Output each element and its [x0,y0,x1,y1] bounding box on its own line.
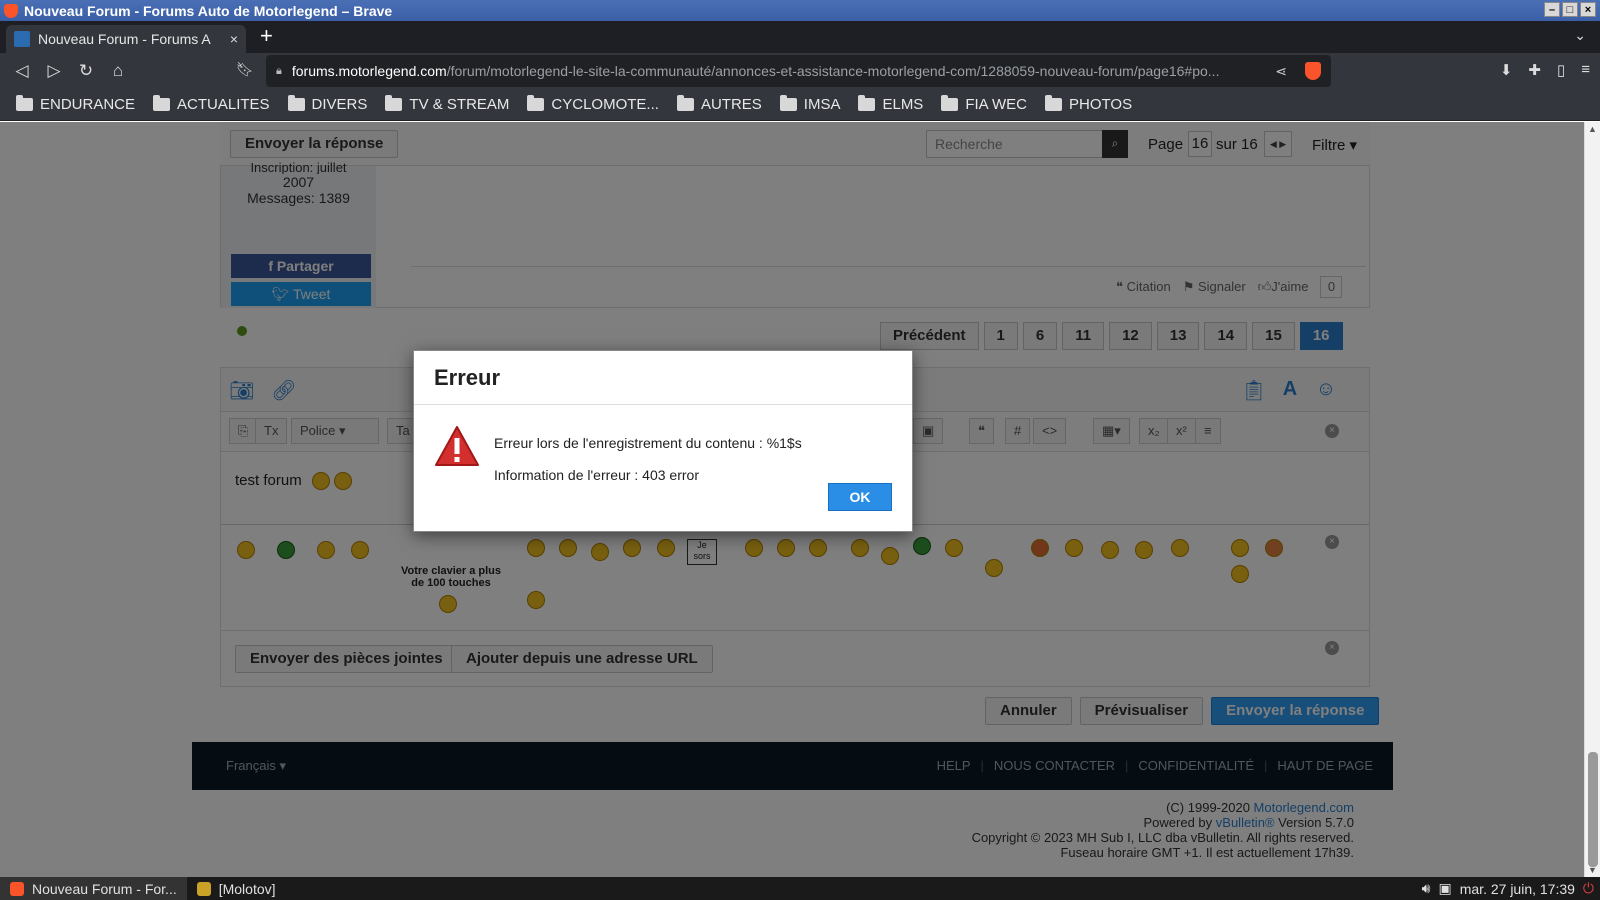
bookmark-icon[interactable]: 🔖︎ [236,61,254,78]
tab-strip: Nouveau Forum - Forums A × + ⌄ [0,21,1600,53]
dialog-title: Erreur [414,351,912,405]
window-title: Nouveau Forum - Forums Auto de Motorlege… [24,2,393,19]
page-scrollbar[interactable]: ▲ ▼ [1584,122,1600,877]
bookmark-folder[interactable]: DIVERS [287,95,367,113]
bookmark-folder[interactable]: ENDURANCE [16,95,135,113]
folder-icon [941,95,959,111]
molotov-icon [196,881,211,896]
lock-icon: 🔒︎ [276,64,282,77]
clock[interactable]: mar. 27 juin, 17:39 [1460,881,1575,897]
taskbar-item-molotov[interactable]: [Molotov] [187,877,286,900]
folder-icon [676,95,694,111]
site-favicon-icon [14,31,30,47]
toolbar-right: ⬇ ✚ ▯ ≡ [1500,61,1590,79]
bookmark-folder[interactable]: ACTUALITES [153,95,270,113]
menu-icon[interactable]: ≡ [1581,61,1590,79]
scroll-down-icon[interactable]: ▼ [1588,865,1597,875]
folder-icon [779,95,797,111]
scroll-up-icon[interactable]: ▲ [1588,124,1597,134]
share-icon[interactable]: ⋖ [1275,63,1287,80]
taskbar-item-brave[interactable]: Nouveau Forum - For... [0,877,187,900]
bookmark-folder[interactable]: PHOTOS [1045,95,1132,113]
close-window-button[interactable]: × [1580,2,1596,17]
error-line-1: Erreur lors de l'enregistrement du conte… [494,435,802,451]
os-taskbar: Nouveau Forum - For... [Molotov] 🔊︎ ▣ ma… [0,877,1600,900]
error-dialog: Erreur Erreur lors de l'enregistrement d… [413,350,913,532]
address-bar[interactable]: 🔒︎ forums.motorlegend.com/forum/motorleg… [266,55,1331,87]
browser-toolbar: ◁ ▷ ↻ ⌂ 🔖︎ 🔒︎ forums.motorlegend.com/for… [0,53,1600,89]
brave-logo-icon [4,3,18,18]
bookmark-folder[interactable]: CYCLOMOTE... [527,95,659,113]
folder-icon [16,95,33,111]
minimize-button[interactable]: – [1544,2,1560,17]
power-icon[interactable]: ⏻ [1583,880,1594,897]
bookmark-folder[interactable]: TV & STREAM [385,95,509,113]
tab-close-icon[interactable]: × [230,31,238,47]
folder-icon [1045,95,1062,111]
bookmark-folder[interactable]: ELMS [858,95,923,113]
folder-icon [527,95,545,111]
window-titlebar: Nouveau Forum - Forums Auto de Motorlege… [0,0,1600,21]
forward-icon[interactable]: ▷ [38,61,70,81]
ok-button[interactable]: OK [828,483,892,511]
error-line-2: Information de l'erreur : 403 error [494,467,699,483]
back-icon[interactable]: ◁ [6,61,38,81]
maximize-button[interactable]: □ [1562,2,1578,17]
scroll-thumb[interactable] [1588,752,1598,867]
system-tray: 🔊︎ ▣ mar. 27 juin, 17:39 ⏻ [1422,880,1594,897]
bookmarks-bar: ENDURANCE ACTUALITES DIVERS TV & STREAM … [0,89,1600,121]
brave-icon [10,881,24,896]
bookmark-folder[interactable]: IMSA [779,95,840,113]
bookmark-folder[interactable]: FIA WEC [941,95,1027,113]
warning-icon [435,426,479,466]
download-icon[interactable]: ⬇ [1500,61,1513,79]
tab-search-chevron-icon[interactable]: ⌄ [1574,27,1586,44]
folder-icon [385,95,403,111]
new-tab-button[interactable]: + [260,23,273,49]
sidebar-icon[interactable]: ▯ [1557,61,1565,79]
dialog-message: Erreur lors de l'enregistrement du conte… [494,427,802,491]
folder-icon [287,95,305,111]
folder-icon [858,95,876,111]
folder-icon [153,95,171,111]
volume-icon[interactable]: 🔊︎ [1422,880,1431,897]
browser-tab[interactable]: Nouveau Forum - Forums A × [6,25,246,53]
home-icon[interactable]: ⌂ [102,61,134,81]
window-controls: – □ × [1544,2,1596,17]
brave-shields-icon[interactable] [1305,62,1321,80]
bookmark-folder[interactable]: AUTRES [676,95,762,113]
reload-icon[interactable]: ↻ [70,61,102,81]
network-icon[interactable]: ▣ [1439,880,1452,897]
url-text: forums.motorlegend.com/forum/motorlegend… [291,63,1220,79]
extensions-icon[interactable]: ✚ [1528,61,1541,79]
tab-title: Nouveau Forum - Forums A [38,31,211,47]
